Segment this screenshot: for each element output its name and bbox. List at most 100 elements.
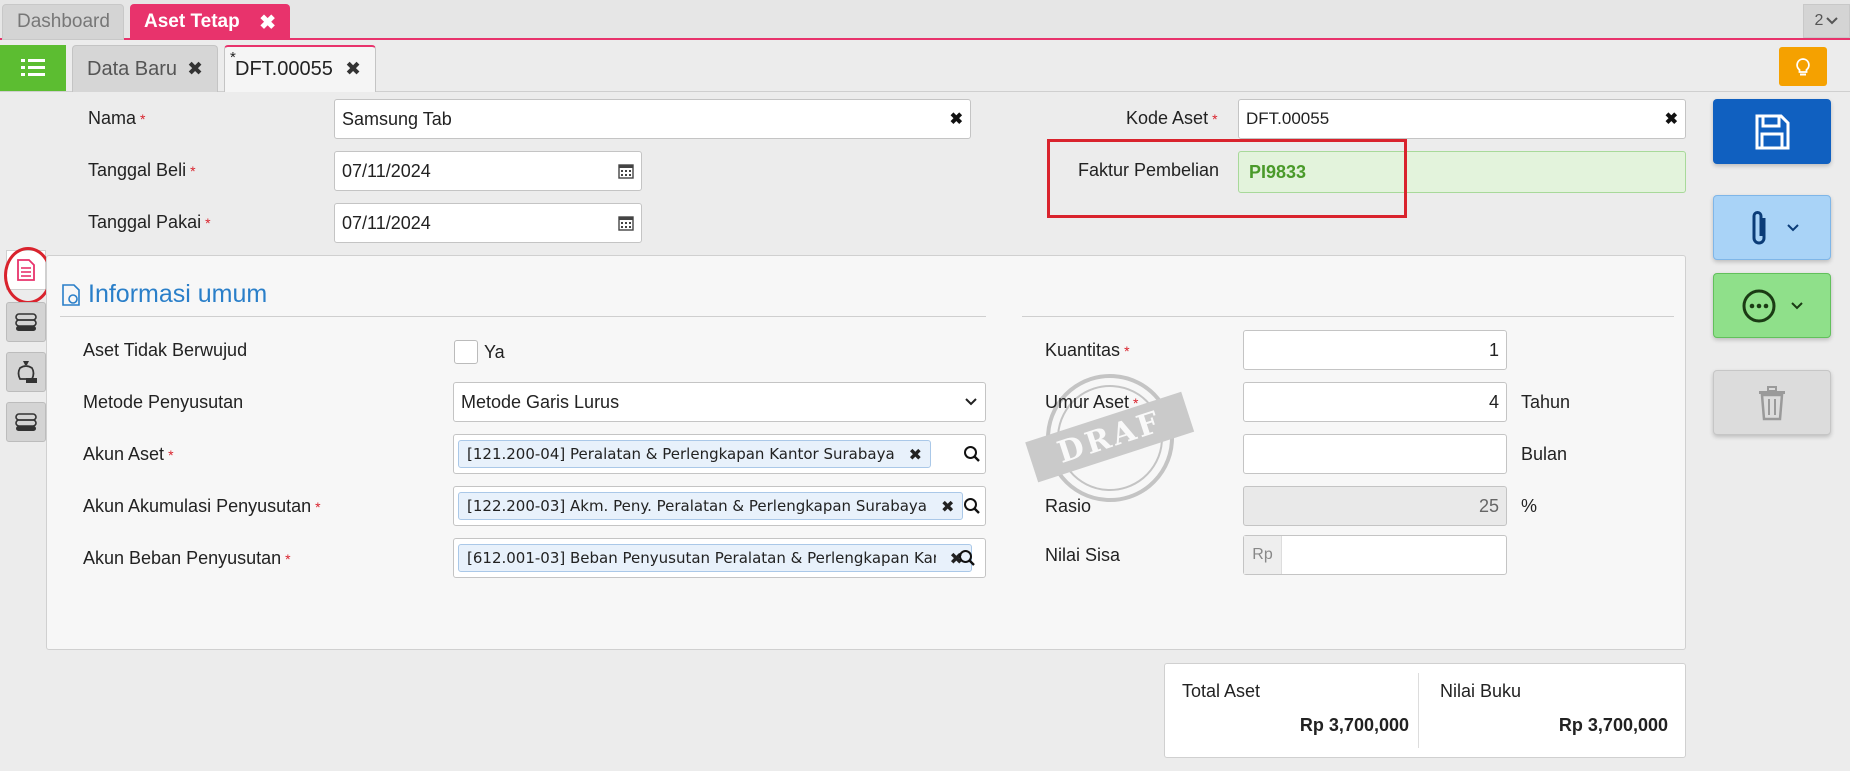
divider (1022, 316, 1674, 317)
tab-data-baru[interactable]: Data Baru ✖ (72, 45, 218, 92)
tips-button[interactable] (1779, 47, 1827, 86)
akun-beban-field[interactable]: [612.001-03] Beban Penyusutan Peralatan … (453, 538, 986, 578)
highlight-circle (4, 247, 52, 304)
akun-akumulasi-field[interactable]: [122.200-03] Akm. Peny. Peralatan & Perl… (453, 486, 986, 526)
kuantitas-label: Kuantitas * (1045, 340, 1130, 360)
tab-dft-label: DFT.00055 (235, 58, 333, 80)
akun-beban-label: Akun Beban Penyusutan * (83, 548, 291, 568)
tab-dashboard[interactable]: Dashboard (2, 4, 124, 40)
list-menu-button[interactable] (0, 45, 66, 91)
section-header: Informasi umum (60, 280, 267, 309)
tanggal-pakai-value: 07/11/2024 (342, 212, 431, 233)
tab-aset-tetap[interactable]: Aset Tetap ✖ (130, 4, 290, 40)
akun-beban-chip: [612.001-03] Beban Penyusutan Peralatan … (458, 544, 972, 572)
divider (1418, 673, 1419, 748)
umur-aset-label: Umur Aset * (1045, 392, 1139, 412)
aset-tidak-berwujud-checkbox[interactable] (454, 340, 478, 364)
rasio-value: 25 (1478, 495, 1499, 516)
close-icon[interactable]: ✖ (259, 10, 276, 35)
tab-counter-dropdown[interactable]: 2 (1803, 4, 1850, 38)
section-title: Informasi umum (88, 280, 268, 308)
list-icon (21, 59, 45, 76)
nilai-sisa-input[interactable]: Rp (1243, 535, 1507, 575)
paperclip-icon (1752, 210, 1766, 244)
remove-chip-icon[interactable]: ✖ (909, 445, 922, 464)
more-icon (1742, 289, 1776, 322)
save-button[interactable] (1713, 99, 1831, 164)
nama-value: Samsung Tab (342, 108, 452, 129)
akun-aset-field[interactable]: [121.200-04] Peralatan & Perlengkapan Ka… (453, 434, 986, 474)
clear-icon[interactable]: ✖ (1665, 109, 1678, 129)
nama-label: Nama * (88, 108, 146, 128)
total-aset-label: Total Aset (1182, 681, 1261, 701)
highlight-box (1047, 139, 1407, 218)
calendar-icon[interactable] (618, 163, 634, 179)
kode-aset-label: Kode Aset * (1126, 108, 1218, 128)
chevron-down-icon (1791, 301, 1803, 309)
close-icon[interactable]: ✖ (187, 58, 203, 81)
tab-dashboard-label: Dashboard (17, 11, 110, 32)
side-tab-4[interactable] (6, 402, 46, 442)
tab-data-baru-label: Data Baru (87, 57, 178, 80)
akun-aset-label: Akun Aset * (83, 444, 174, 464)
calendar-icon[interactable] (618, 215, 634, 231)
percent-unit: % (1521, 496, 1538, 516)
tab-counter: 2 (1814, 12, 1824, 29)
metode-penyusutan-label: Metode Penyusutan (83, 392, 244, 412)
money-bag-icon (17, 361, 37, 383)
total-aset-value: Rp 3,700,000 (1299, 715, 1409, 735)
document-settings-icon (62, 283, 80, 306)
remove-chip-icon[interactable]: ✖ (941, 497, 954, 516)
more-actions-button[interactable] (1713, 273, 1831, 338)
metode-penyusutan-value: Metode Garis Lurus (461, 391, 620, 412)
summary-card (1164, 663, 1686, 758)
checkbox-label: Ya (484, 342, 505, 362)
bulan-unit: Bulan (1521, 444, 1568, 464)
umur-aset-input[interactable]: 4 (1243, 382, 1507, 422)
akun-akumulasi-chip: [122.200-03] Akm. Peny. Peralatan & Perl… (458, 492, 964, 520)
tanggal-beli-input[interactable]: 07/11/2024 (334, 151, 642, 191)
attachment-button[interactable] (1713, 195, 1831, 260)
coins-stack-icon (15, 413, 37, 431)
trash-icon (1759, 385, 1785, 420)
akun-aset-chip: [121.200-04] Peralatan & Perlengkapan Ka… (458, 440, 932, 468)
rasio-input: 25 (1243, 486, 1507, 526)
side-tab-2[interactable] (6, 302, 46, 342)
kode-aset-value: DFT.00055 (1246, 109, 1330, 128)
kode-aset-input[interactable]: DFT.00055 ✖ (1238, 99, 1686, 139)
search-icon[interactable] (963, 445, 981, 463)
tanggal-beli-value: 07/11/2024 (342, 160, 431, 181)
tahun-unit: Tahun (1521, 392, 1571, 412)
rasio-label: Rasio (1045, 496, 1092, 516)
aset-tidak-berwujud-label: Aset Tidak Berwujud (83, 340, 248, 360)
tanggal-pakai-input[interactable]: 07/11/2024 (334, 203, 642, 243)
umur-aset-value: 4 (1488, 391, 1499, 412)
divider (60, 316, 986, 317)
save-icon (1755, 114, 1790, 149)
search-icon[interactable] (963, 497, 981, 515)
delete-button[interactable] (1713, 370, 1831, 435)
chevron-down-icon (965, 398, 977, 406)
close-icon[interactable]: ✖ (345, 58, 361, 81)
coins-stack-icon (15, 313, 37, 331)
clear-icon[interactable]: ✖ (950, 109, 963, 129)
tab-dft-00055[interactable]: * DFT.00055 ✖ (224, 45, 376, 92)
modified-marker: * (230, 49, 236, 66)
kuantitas-value: 1 (1488, 339, 1499, 360)
side-tab-3[interactable] (6, 352, 46, 392)
tanggal-pakai-label: Tanggal Pakai * (88, 212, 211, 232)
search-icon[interactable] (958, 549, 976, 567)
metode-penyusutan-select[interactable]: Metode Garis Lurus (453, 382, 986, 422)
nilai-buku-label: Nilai Buku (1440, 681, 1522, 701)
bulan-input[interactable] (1243, 434, 1507, 474)
tab-aset-tetap-label: Aset Tetap (144, 11, 240, 32)
tanggal-beli-label: Tanggal Beli * (88, 160, 196, 180)
lightbulb-icon (1796, 57, 1810, 75)
nilai-buku-value: Rp 3,700,000 (1558, 715, 1668, 735)
currency-prefix: Rp (1244, 536, 1282, 574)
chevron-down-icon (1787, 223, 1799, 231)
chevron-down-icon (1826, 17, 1839, 25)
nilai-sisa-label: Nilai Sisa (1045, 545, 1121, 565)
nama-input[interactable]: Samsung Tab ✖ (334, 99, 971, 139)
kuantitas-input[interactable]: 1 (1243, 330, 1507, 370)
